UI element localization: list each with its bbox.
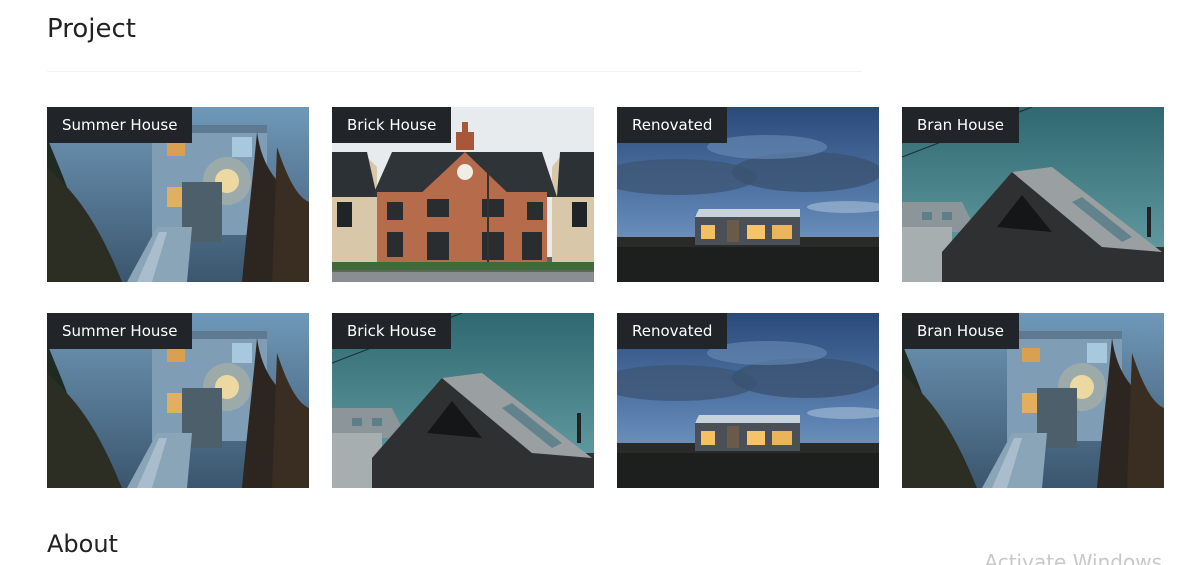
project-label: Brick House — [332, 313, 452, 349]
project-label: Summer House — [47, 313, 193, 349]
activate-windows-watermark: Activate Windows — [984, 550, 1162, 565]
project-label: Bran House — [902, 107, 1019, 143]
divider — [47, 71, 862, 72]
page: Project Summer House Brick House Renovat… — [0, 0, 1202, 565]
project-card-bran-house-2[interactable]: Bran House — [902, 313, 1164, 488]
project-card-summer-house[interactable]: Summer House — [47, 107, 309, 282]
project-card-renovated-2[interactable]: Renovated — [617, 313, 879, 488]
project-label: Brick House — [332, 107, 452, 143]
project-label: Bran House — [902, 313, 1019, 349]
project-label: Renovated — [617, 313, 728, 349]
project-label: Renovated — [617, 107, 728, 143]
project-card-renovated[interactable]: Renovated — [617, 107, 879, 282]
project-card-brick-house[interactable]: Brick House — [332, 107, 594, 282]
project-card-summer-house-2[interactable]: Summer House — [47, 313, 309, 488]
project-card-brick-house-2[interactable]: Brick House — [332, 313, 594, 488]
project-label: Summer House — [47, 107, 193, 143]
project-card-bran-house[interactable]: Bran House — [902, 107, 1164, 282]
project-grid: Summer House Brick House Renovated Bran … — [47, 107, 1164, 488]
section-title-about: About — [47, 530, 118, 558]
section-title-project: Project — [47, 14, 136, 44]
